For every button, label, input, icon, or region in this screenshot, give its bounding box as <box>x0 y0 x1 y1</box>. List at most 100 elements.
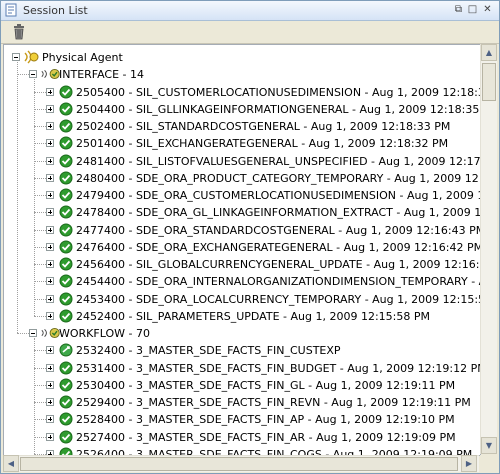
horizontal-scroll-thumb[interactable] <box>20 457 458 471</box>
tree-connector <box>34 143 46 145</box>
session-label: 2477400 - SDE_ORA_STANDARDCOSTGENERAL - … <box>76 223 481 237</box>
session-tree[interactable]: Physical Agent INTERFACE - 14 2505400 - SI… <box>3 44 481 456</box>
session-label: 2478400 - SDE_ORA_GL_LINKAGEINFORMATION_… <box>76 206 481 220</box>
collapse-icon[interactable] <box>29 329 37 337</box>
expand-icon[interactable] <box>46 260 54 268</box>
session-label: 2504400 - SIL_GLLINKAGEINFORMATIONGENERA… <box>76 102 481 116</box>
toolbar <box>1 21 499 44</box>
physical-agent-icon <box>24 50 39 64</box>
maximize-icon[interactable]: □ <box>467 4 478 16</box>
expand-icon[interactable] <box>46 380 54 389</box>
success-check-icon <box>59 430 73 443</box>
expand-icon[interactable] <box>46 208 54 217</box>
success-check-icon <box>59 223 73 236</box>
success-check-icon <box>59 240 73 254</box>
tree-connector <box>34 177 46 179</box>
running-status-icon <box>59 343 73 357</box>
tree-connector <box>34 338 35 455</box>
vertical-scroll-thumb[interactable] <box>482 63 496 101</box>
tree-connector <box>34 350 46 352</box>
tree-connector <box>34 212 46 214</box>
session-label: 2481400 - SIL_LISTOFVALUESGENERAL_UNSPEC… <box>76 154 481 168</box>
session-label: 2476400 - SDE_ORA_EXCHANGERATEGENERAL - … <box>76 240 481 254</box>
expand-icon[interactable] <box>46 122 54 130</box>
tree-connector <box>17 333 29 334</box>
expand-icon[interactable] <box>46 87 54 96</box>
collapse-icon[interactable] <box>12 53 20 61</box>
session-label: 2531400 - 3_MASTER_SDE_FACTS_FIN_BUDGET … <box>76 361 481 375</box>
expand-icon[interactable] <box>46 191 54 199</box>
tree-connector <box>34 436 46 438</box>
session-label: 2530400 - 3_MASTER_SDE_FACTS_FIN_GL - Au… <box>76 378 456 392</box>
tree-connector <box>34 108 46 110</box>
tree-connector <box>34 298 46 300</box>
success-check-icon <box>59 171 73 185</box>
expand-icon[interactable] <box>46 173 54 182</box>
success-check-icon <box>59 205 73 219</box>
expand-icon[interactable] <box>46 277 54 286</box>
session-list-icon <box>5 3 17 17</box>
tree-connector <box>34 229 46 231</box>
expand-icon[interactable] <box>46 311 54 320</box>
session-label: 2528400 - 3_MASTER_SDE_FACTS_FIN_AP - Au… <box>76 413 455 427</box>
tree-connector <box>34 246 46 248</box>
tree-group-label: WORKFLOW - 70 <box>59 327 150 340</box>
session-label: 2532400 - 3_MASTER_SDE_FACTS_FIN_CUSTEXP <box>76 344 341 358</box>
tree-connector <box>34 281 46 283</box>
expand-icon[interactable] <box>46 346 54 355</box>
tree-connector <box>17 62 18 333</box>
expand-icon[interactable] <box>46 398 54 406</box>
expand-icon[interactable] <box>46 139 54 148</box>
session-label: 2480400 - SDE_ORA_PRODUCT_CATEGORY_TEMPO… <box>76 171 480 185</box>
window-title: Session List <box>23 4 88 17</box>
tree-connector <box>34 79 35 316</box>
tree-connector <box>34 315 46 317</box>
expand-icon[interactable] <box>46 294 54 303</box>
tree-connector <box>34 91 46 93</box>
session-label: 2454400 - SDE_ORA_INTERNALORGANIZATIONDI… <box>76 275 480 289</box>
tree-connector <box>34 402 46 403</box>
tree-connector <box>34 264 46 265</box>
tree-connector <box>34 419 46 421</box>
session-label: 2529400 - 3_MASTER_SDE_FACTS_FIN_REVN - … <box>76 396 471 409</box>
session-label: 2505400 - SIL_CUSTOMERLOCATIONUSEDIMENSI… <box>76 85 481 99</box>
success-check-icon <box>59 119 73 133</box>
vertical-scrollbar[interactable]: ▲ ▼ <box>480 44 497 454</box>
restore-icon[interactable]: ⧉ <box>453 4 464 16</box>
scrollbar-corner <box>480 455 496 471</box>
expand-icon[interactable] <box>46 104 54 113</box>
horizontal-scrollbar[interactable]: ◀ ▶ <box>3 455 479 472</box>
close-icon[interactable]: ✕ <box>482 4 493 16</box>
scroll-up-icon[interactable]: ▲ <box>481 44 497 61</box>
success-check-icon <box>59 85 73 98</box>
scroll-right-icon[interactable]: ▶ <box>461 455 477 472</box>
expand-icon[interactable] <box>46 156 54 165</box>
success-check-icon <box>59 292 73 305</box>
session-label: 2479400 - SDE_ORA_CUSTOMERLOCATIONUSEDIM… <box>76 189 480 202</box>
tree-connector <box>34 195 46 196</box>
success-check-icon <box>59 136 73 150</box>
collapse-icon[interactable] <box>29 70 37 79</box>
success-check-icon <box>59 257 73 271</box>
success-check-icon <box>59 274 73 288</box>
scroll-left-icon[interactable]: ◀ <box>3 455 19 472</box>
tree-connector <box>34 160 46 162</box>
trash-icon[interactable] <box>12 24 26 40</box>
scroll-down-icon[interactable]: ▼ <box>481 437 497 454</box>
tree-connector <box>17 74 29 76</box>
tree-root-label: Physical Agent <box>42 51 123 64</box>
success-check-icon <box>59 188 73 202</box>
session-label: 2453400 - SDE_ORA_LOCALCURRENCY_TEMPORAR… <box>76 292 481 306</box>
expand-icon[interactable] <box>46 415 54 424</box>
expand-icon[interactable] <box>46 363 54 372</box>
tree-connector <box>34 384 46 386</box>
expand-icon[interactable] <box>46 242 54 251</box>
tree-group-label: INTERFACE - 14 <box>59 68 145 82</box>
tree-connector <box>34 367 46 369</box>
session-label: 2501400 - SIL_EXCHANGERATEGENERAL - Aug … <box>76 137 449 151</box>
expand-icon[interactable] <box>46 432 54 441</box>
expand-icon[interactable] <box>46 225 54 234</box>
success-check-icon <box>59 412 73 426</box>
session-label: 2502400 - SIL_STANDARDCOSTGENERAL - Aug … <box>76 120 451 133</box>
session-label: 2456400 - SIL_GLOBALCURRENCYGENERAL_UPDA… <box>76 258 481 271</box>
